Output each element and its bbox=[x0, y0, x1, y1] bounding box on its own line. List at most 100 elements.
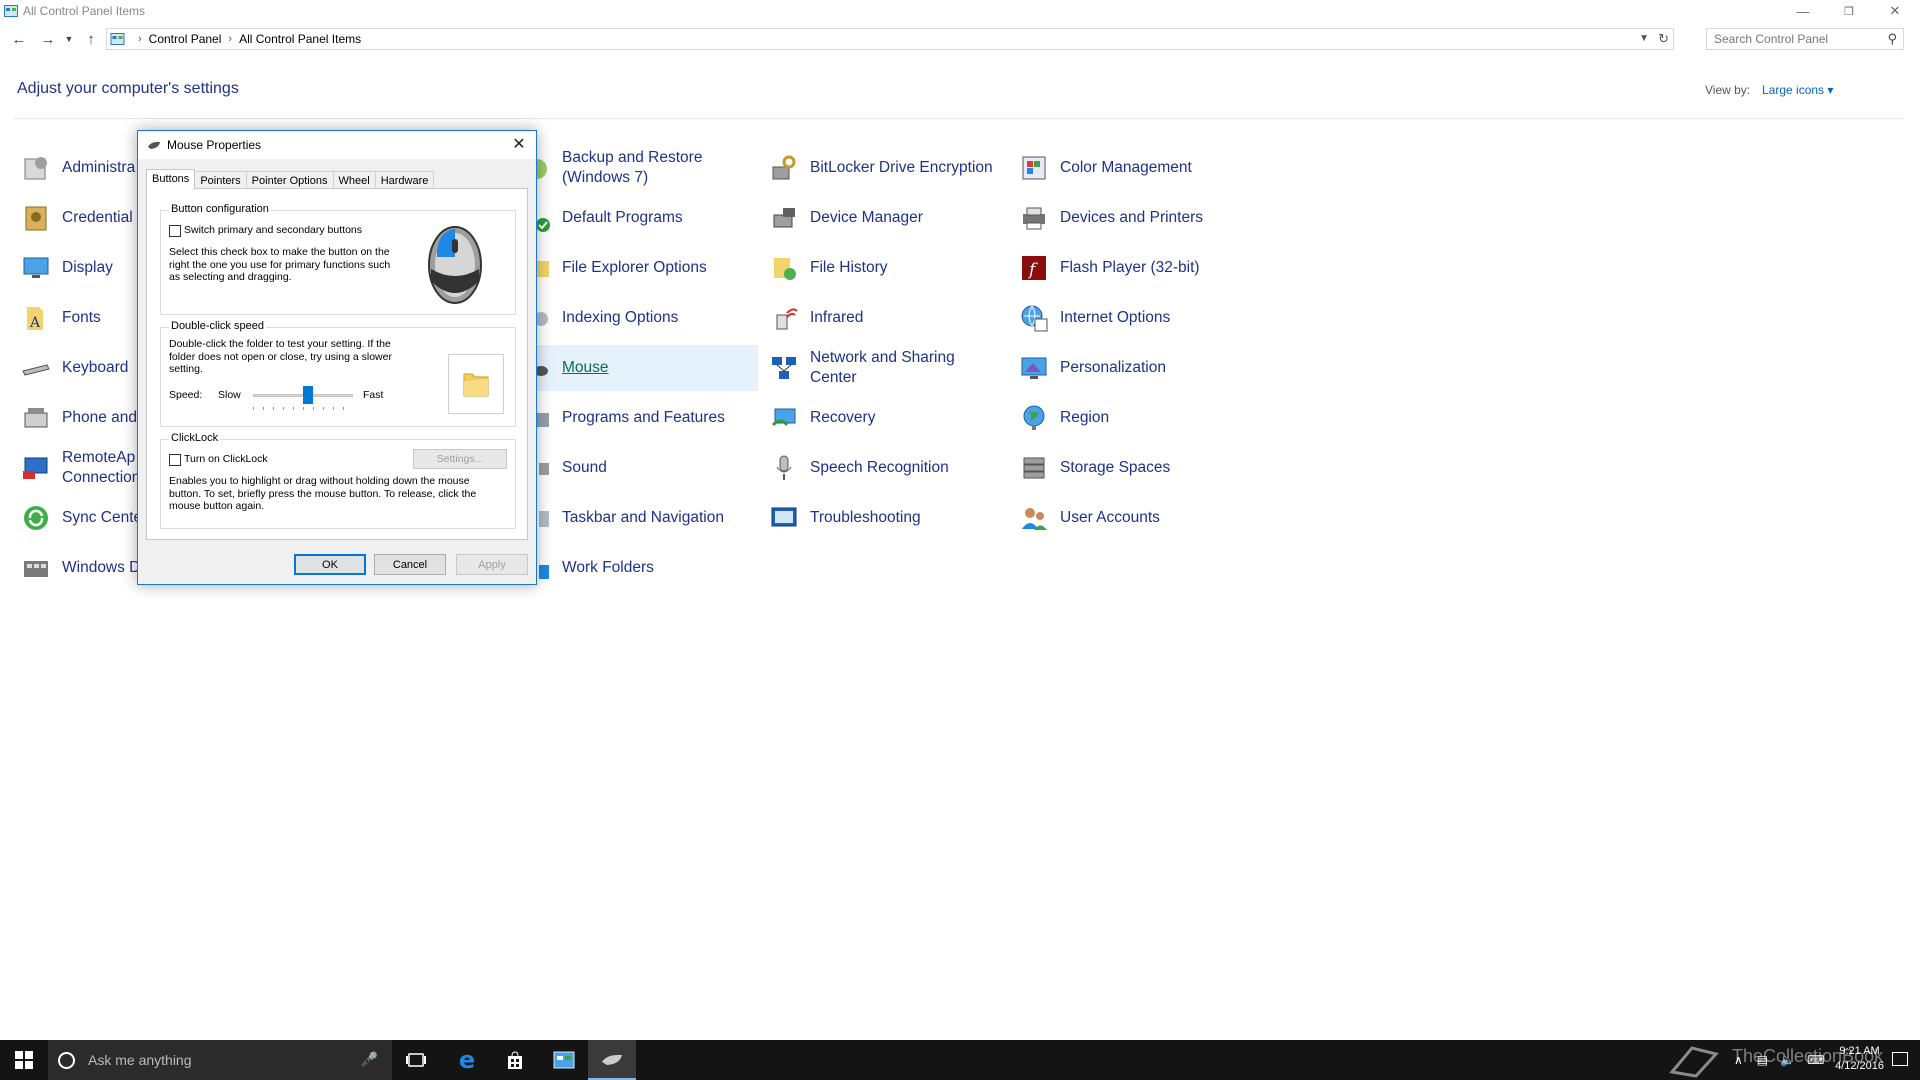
item-taskbar-navigation[interactable]: Taskbar and Navigation bbox=[520, 495, 724, 541]
button-configuration-group: Button configuration Switch primary and … bbox=[160, 203, 516, 315]
slider-thumb[interactable] bbox=[302, 386, 313, 404]
item-backup-restore[interactable]: Backup and Restore (Windows 7) bbox=[520, 145, 702, 191]
tab-pointers[interactable]: Pointers bbox=[194, 171, 247, 189]
clock[interactable]: 9:21 AM 4/12/2016 bbox=[1835, 1044, 1884, 1074]
clicklock-label[interactable]: Turn on ClickLock bbox=[184, 453, 268, 466]
item-indexing-options[interactable]: Indexing Options bbox=[520, 295, 678, 341]
item-administrative-tools[interactable]: Administra bbox=[20, 145, 135, 191]
dialog-titlebar[interactable]: Mouse Properties ✕ bbox=[138, 131, 536, 159]
item-region[interactable]: Region bbox=[1018, 395, 1109, 441]
switch-buttons-label[interactable]: Switch primary and secondary buttons bbox=[184, 224, 362, 237]
slider-ticks bbox=[253, 407, 353, 410]
double-click-speed-group: Double-click speed Double-click the fold… bbox=[160, 320, 516, 427]
item-devices-printers[interactable]: Devices and Printers bbox=[1018, 195, 1203, 241]
item-programs-features[interactable]: Programs and Features bbox=[520, 395, 725, 441]
book-watermark-icon bbox=[1669, 1046, 1719, 1078]
item-device-manager[interactable]: Device Manager bbox=[768, 195, 923, 241]
item-troubleshooting[interactable]: Troubleshooting bbox=[768, 495, 921, 541]
tab-pointer-options[interactable]: Pointer Options bbox=[245, 171, 334, 189]
item-sync-center[interactable]: Sync Cente bbox=[20, 495, 142, 541]
item-windows-defender[interactable]: Windows D bbox=[20, 545, 140, 591]
input-indicator-icon[interactable]: ⌨ bbox=[1807, 1053, 1824, 1067]
item-display[interactable]: Display bbox=[20, 245, 113, 291]
item-flash-player[interactable]: f Flash Player (32-bit) bbox=[1018, 245, 1200, 291]
item-bitlocker[interactable]: BitLocker Drive Encryption bbox=[768, 145, 993, 191]
divider bbox=[14, 118, 1904, 119]
notification-center-icon[interactable] bbox=[1892, 1052, 1908, 1066]
keyboard-icon bbox=[20, 352, 52, 384]
switch-buttons-checkbox[interactable] bbox=[169, 225, 181, 237]
back-arrow-icon[interactable]: ← bbox=[8, 29, 30, 49]
clicklock-description: Enables you to highlight or drag without… bbox=[169, 475, 477, 512]
view-by-dropdown[interactable]: Large icons ▾ bbox=[1762, 83, 1833, 97]
cortana-search-text: Ask me anything bbox=[88, 1052, 192, 1068]
item-credential-manager[interactable]: Credential bbox=[20, 195, 133, 241]
cortana-icon bbox=[58, 1052, 75, 1069]
windows-logo-icon bbox=[15, 1051, 33, 1069]
item-file-history[interactable]: File History bbox=[768, 245, 888, 291]
tab-buttons[interactable]: Buttons bbox=[146, 169, 196, 190]
restore-button[interactable]: ❐ bbox=[1826, 0, 1872, 22]
item-infrared[interactable]: Infrared bbox=[768, 295, 863, 341]
mouse-illustration-icon bbox=[428, 226, 482, 304]
close-button[interactable]: ✕ bbox=[1872, 0, 1918, 22]
clicklock-settings-button[interactable]: Settings... bbox=[413, 449, 507, 469]
apply-button[interactable]: Apply bbox=[456, 554, 528, 575]
minimize-button[interactable]: — bbox=[1780, 0, 1826, 22]
test-folder-area[interactable] bbox=[448, 354, 504, 414]
item-speech-recognition[interactable]: Speech Recognition bbox=[768, 445, 949, 491]
double-click-description: Double-click the folder to test your set… bbox=[169, 338, 392, 375]
cancel-button[interactable]: Cancel bbox=[374, 554, 446, 575]
item-phone-modem[interactable]: Phone and bbox=[20, 395, 137, 441]
clicklock-group: ClickLock Turn on ClickLock Settings... … bbox=[160, 432, 516, 529]
item-user-accounts[interactable]: User Accounts bbox=[1018, 495, 1160, 541]
item-color-management[interactable]: Color Management bbox=[1018, 145, 1192, 191]
item-remoteapp[interactable]: RemoteAp Connection bbox=[20, 445, 140, 491]
address-bar[interactable]: › Control Panel › All Control Panel Item… bbox=[106, 28, 1674, 50]
group-title: Button configuration bbox=[169, 203, 271, 215]
breadcrumb-all-items[interactable]: All Control Panel Items bbox=[239, 32, 361, 46]
item-storage-spaces[interactable]: Storage Spaces bbox=[1018, 445, 1170, 491]
folder-icon[interactable] bbox=[462, 368, 490, 398]
ok-button[interactable]: OK bbox=[294, 554, 366, 575]
network-tray-icon[interactable]: ▤ bbox=[1757, 1053, 1768, 1067]
mouse-properties-dialog: Mouse Properties ✕ Buttons Pointers Poin… bbox=[137, 130, 537, 585]
start-button[interactable] bbox=[0, 1040, 48, 1080]
forward-arrow-icon[interactable]: → bbox=[37, 29, 59, 49]
tab-wheel[interactable]: Wheel bbox=[332, 171, 376, 189]
item-keyboard[interactable]: Keyboard bbox=[20, 345, 128, 391]
item-mouse[interactable]: Mouse bbox=[520, 345, 758, 391]
item-fonts[interactable]: A Fonts bbox=[20, 295, 101, 341]
task-view-icon[interactable] bbox=[392, 1040, 440, 1080]
item-recovery[interactable]: Recovery bbox=[768, 395, 875, 441]
store-icon[interactable] bbox=[491, 1040, 539, 1080]
file-history-icon bbox=[768, 252, 800, 284]
dialog-close-icon[interactable]: ✕ bbox=[508, 134, 530, 156]
refresh-icon[interactable]: ↻ bbox=[1658, 31, 1669, 47]
item-personalization[interactable]: Personalization bbox=[1018, 345, 1166, 391]
tray-chevron-up-icon[interactable]: ∧ bbox=[1734, 1053, 1743, 1067]
item-file-explorer-options[interactable]: File Explorer Options bbox=[520, 245, 707, 291]
item-network-sharing[interactable]: Network and Sharing Center bbox=[768, 345, 955, 391]
search-input[interactable]: Search Control Panel ⚲ bbox=[1706, 28, 1904, 50]
storage-icon bbox=[1018, 452, 1050, 484]
cortana-search-box[interactable]: Ask me anything 🎤 bbox=[48, 1040, 392, 1080]
item-default-programs[interactable]: Default Programs bbox=[520, 195, 683, 241]
chevron-down-icon[interactable]: ▼ bbox=[1639, 33, 1649, 44]
breadcrumb-control-panel[interactable]: Control Panel bbox=[149, 32, 222, 46]
buttons-tab-panel: Button configuration Switch primary and … bbox=[146, 188, 528, 540]
mouse-properties-taskbar-icon[interactable] bbox=[588, 1040, 636, 1080]
clicklock-checkbox[interactable] bbox=[169, 454, 181, 466]
search-icon: ⚲ bbox=[1887, 31, 1897, 46]
microphone-icon[interactable]: 🎤 bbox=[361, 1051, 378, 1068]
tab-hardware[interactable]: Hardware bbox=[374, 171, 435, 189]
edge-browser-icon[interactable]: e bbox=[443, 1040, 491, 1080]
double-click-speed-slider[interactable] bbox=[253, 385, 353, 411]
control-panel-taskbar-icon[interactable] bbox=[540, 1040, 588, 1080]
up-arrow-icon[interactable]: ↑ bbox=[80, 29, 102, 49]
system-tray: ∧ ▤ 🔈 ⌨ bbox=[1734, 1040, 1824, 1080]
item-internet-options[interactable]: Internet Options bbox=[1018, 295, 1170, 341]
volume-icon[interactable]: 🔈 bbox=[1780, 1053, 1795, 1067]
recent-dropdown-icon[interactable]: ▼ bbox=[62, 29, 76, 49]
item-work-folders[interactable]: Work Folders bbox=[520, 545, 654, 591]
